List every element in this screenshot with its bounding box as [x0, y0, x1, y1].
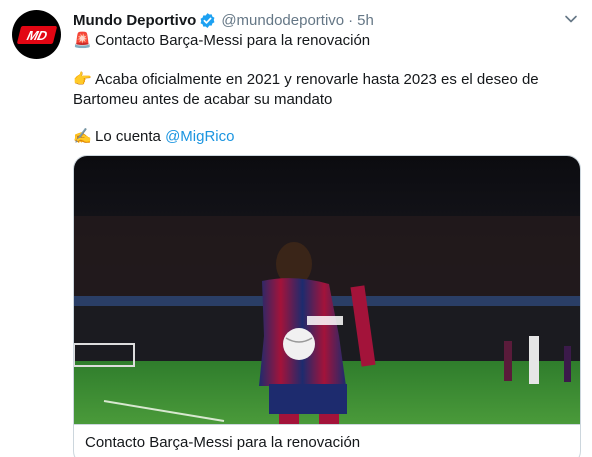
tweet-header: Mundo Deportivo @mundodeportivo · 5h: [73, 9, 374, 31]
tweet-credit: ✍️ Lo cuenta @MigRico: [73, 127, 234, 147]
avatar-logo: MD: [16, 25, 57, 44]
card-title[interactable]: Contacto Barça-Messi para la renovación: [74, 424, 580, 457]
mention-link[interactable]: @MigRico: [165, 128, 234, 145]
tweet[interactable]: MD Mundo Deportivo @mundodeportivo · 5h …: [0, 0, 592, 457]
pointing-hand-emoji-icon: 👉: [73, 71, 92, 88]
account-name[interactable]: Mundo Deportivo: [73, 12, 196, 29]
siren-emoji-icon: 🚨: [73, 32, 92, 49]
writing-hand-emoji-icon: ✍️: [73, 128, 92, 145]
verified-badge-icon: [199, 12, 216, 29]
paragraph-text: Acaba oficialmente en 2021 y renovarle h…: [73, 71, 539, 108]
card-photo[interactable]: [74, 156, 580, 424]
headline-text: Contacto Barça-Messi para la renovación: [95, 32, 371, 49]
tweet-timestamp[interactable]: 5h: [357, 12, 374, 29]
avatar[interactable]: MD: [12, 10, 61, 59]
chevron-down-icon[interactable]: [564, 12, 578, 26]
link-card[interactable]: Contacto Barça-Messi para la renovación: [73, 155, 581, 457]
separator-dot: ·: [348, 11, 354, 29]
account-handle[interactable]: @mundodeportivo: [221, 12, 344, 29]
tweet-line-headline: 🚨 Contacto Barça-Messi para la renovación: [73, 31, 370, 51]
credit-prefix: Lo cuenta: [95, 128, 161, 145]
tweet-paragraph: 👉 Acaba oficialmente en 2021 y renovarle …: [73, 70, 543, 110]
